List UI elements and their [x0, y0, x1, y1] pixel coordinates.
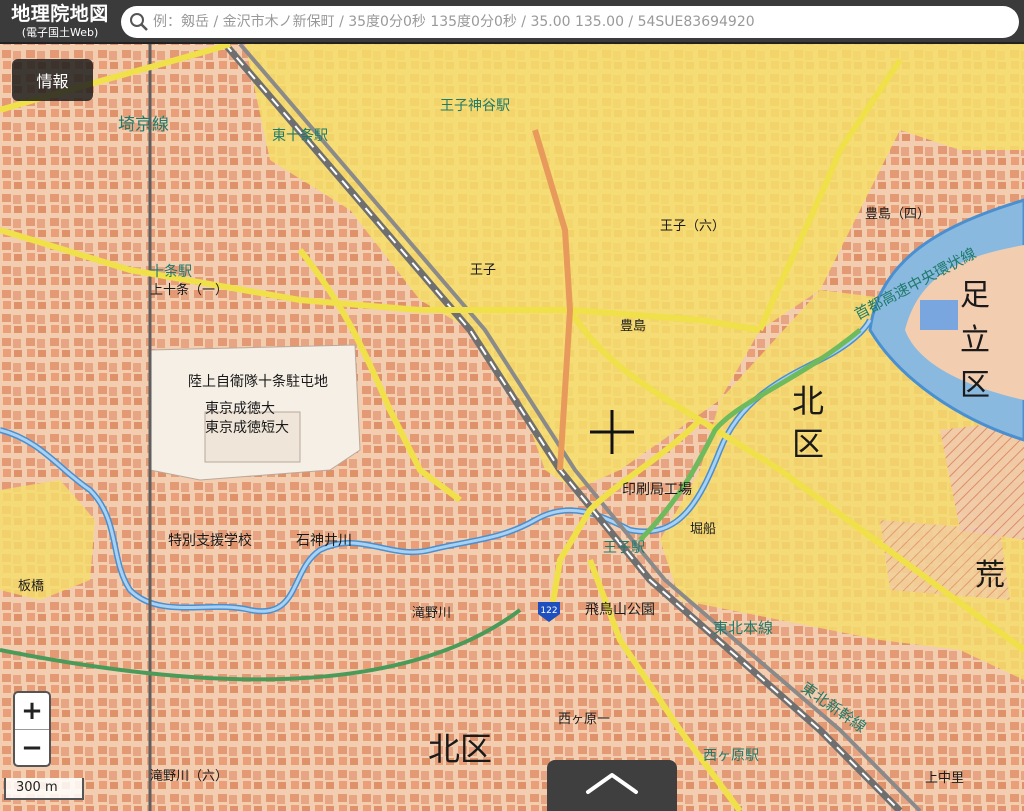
place-toshima-4: 豊島（四） — [865, 207, 930, 222]
line-saikyo: 埼京線 — [118, 115, 169, 135]
app-title: 地理院地図 — [11, 3, 109, 25]
station-higashi-jujo: 東十条駅 — [272, 127, 328, 144]
station-oji-kamiya: 王子神谷駅 — [440, 98, 510, 114]
app-brand[interactable]: 地理院地図 (電子国土Web) — [4, 4, 116, 39]
svg-text:122: 122 — [540, 606, 557, 616]
search-input[interactable] — [153, 10, 1003, 34]
place-takinogawa-6: 滝野川（六） — [150, 769, 228, 784]
crosshair-icon — [590, 410, 634, 454]
place-itabashi: 板橋 — [18, 579, 44, 594]
station-nishigahara: 西ヶ原駅 — [703, 748, 759, 764]
line-tohoku-main: 東北本線 — [713, 619, 773, 637]
place-oji-6: 王子（六） — [660, 219, 725, 234]
place-toshima: 豊島 — [620, 319, 646, 334]
info-button[interactable]: 情報 — [12, 59, 93, 101]
bottom-panel-toggle[interactable] — [547, 760, 677, 811]
place-asukayama: 飛鳥山公園 — [585, 602, 655, 618]
search-icon — [130, 13, 148, 31]
ward-label-adachi-3: 区 — [960, 368, 990, 403]
top-bar: 地理院地図 (電子国土Web) — [0, 0, 1024, 44]
zoom-out-button[interactable]: − — [15, 730, 49, 765]
place-seitoku-1: 東京成徳大 — [205, 401, 275, 417]
station-jujo: 十条駅 — [150, 263, 192, 280]
place-shakujii: 石神井川 — [296, 533, 352, 549]
ward-label-adachi-2: 立 — [960, 323, 990, 358]
place-horifune: 堀船 — [690, 522, 716, 537]
place-kamigaya: 上中里 — [925, 771, 964, 786]
place-kamijujo: 上十条（一） — [150, 282, 228, 298]
place-nishigahara-1: 西ヶ原一 — [558, 712, 610, 727]
search-box[interactable] — [121, 6, 1019, 38]
stadium-blue — [920, 300, 958, 330]
place-takinogawa: 滝野川 — [412, 606, 451, 621]
zoom-in-button[interactable]: + — [15, 693, 49, 730]
place-seitoku-2: 東京成徳短大 — [205, 420, 289, 436]
info-button-label: 情報 — [36, 72, 69, 91]
ward-label-kita-east-2: 区 — [792, 425, 824, 463]
place-printing: 印刷局工場 — [622, 482, 692, 498]
zoom-control: + − — [13, 691, 51, 767]
place-special-school: 特別支援学校 — [168, 532, 252, 549]
topographic-map[interactable]: 北区 北 区 足 立 区 荒 王子駅 王子神谷駅 東十条駅 十条駅 西ヶ原駅 東… — [0, 0, 1024, 811]
scale-bar: 300 m — [4, 778, 84, 800]
scale-label: 300 m — [16, 780, 58, 795]
ward-label-adachi-1: 足 — [960, 278, 990, 313]
ward-label-kita-center: 北区 — [428, 730, 492, 768]
place-oji-town: 王子 — [470, 263, 496, 278]
ward-label-arakawa: 荒 — [975, 558, 1005, 593]
chevron-up-icon — [586, 773, 638, 794]
place-jsdf: 陸上自衛隊十条駐屯地 — [188, 373, 328, 390]
station-oji: 王子駅 — [603, 540, 645, 556]
ward-label-kita-east-1: 北 — [792, 382, 824, 420]
app-subtitle: (電子国土Web) — [21, 26, 99, 39]
